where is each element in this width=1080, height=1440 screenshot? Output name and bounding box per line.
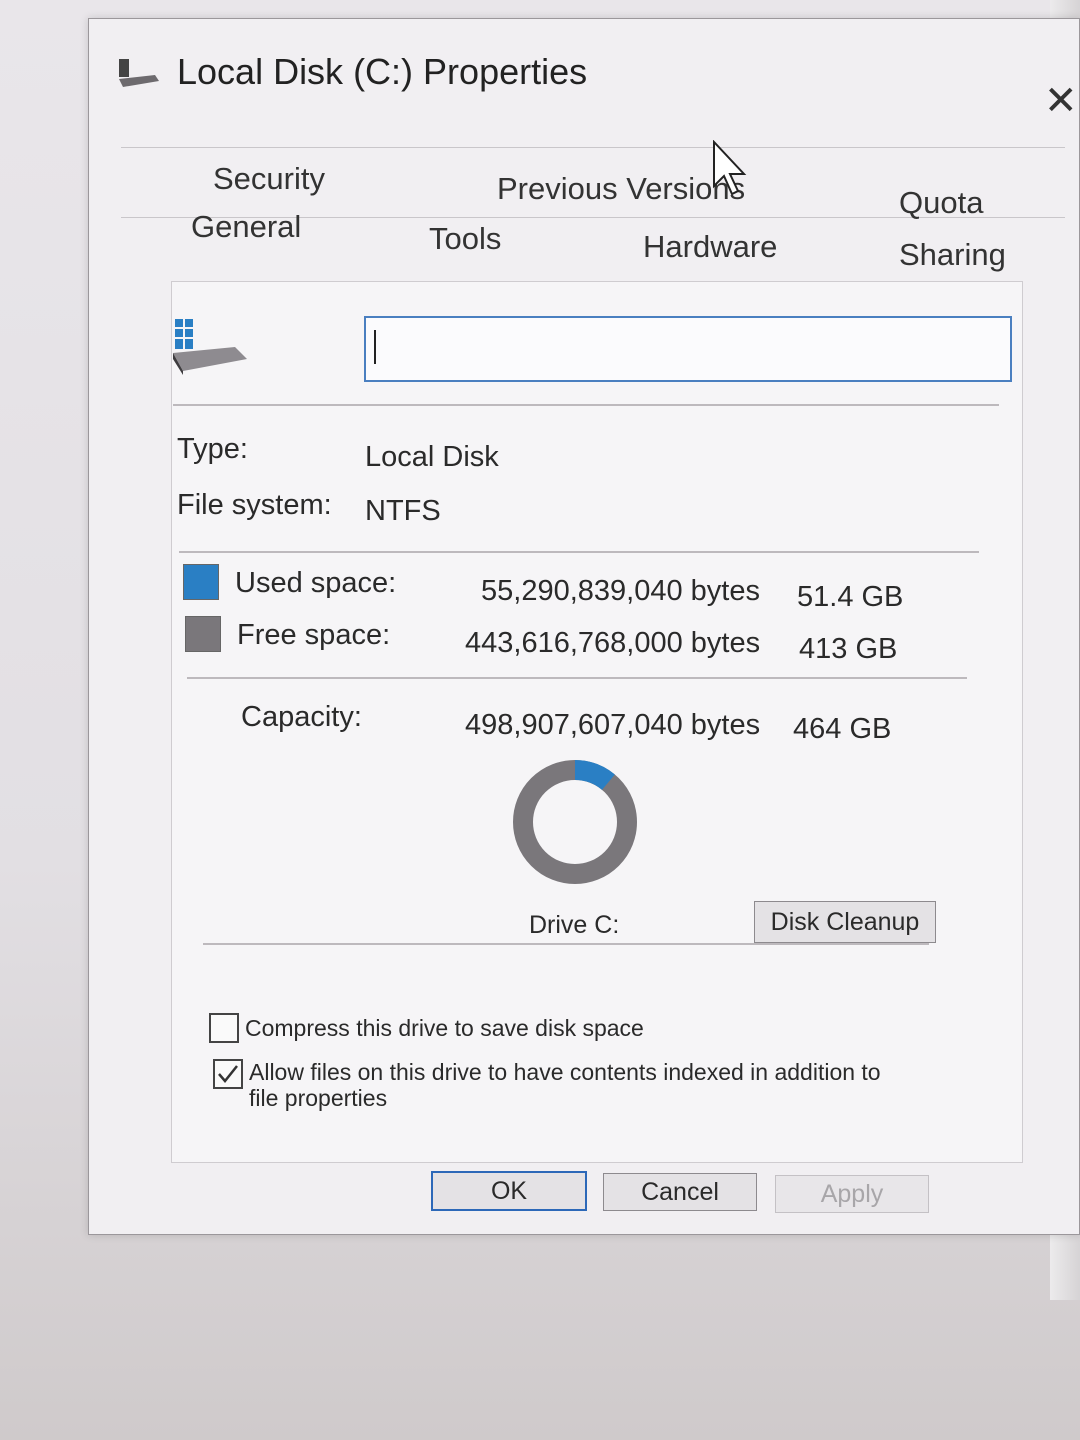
used-space-swatch xyxy=(183,564,219,600)
tab-tools[interactable]: Tools xyxy=(429,221,501,257)
index-label-line1: Allow files on this drive to have conten… xyxy=(249,1059,881,1085)
used-space-label: Used space: xyxy=(235,567,397,599)
compress-checkbox[interactable] xyxy=(209,1013,239,1043)
free-space-label: Free space: xyxy=(237,619,391,651)
type-value: Local Disk xyxy=(365,441,499,473)
properties-dialog: Local Disk (C:) Properties ✕ Security Pr… xyxy=(88,18,1080,1235)
volume-name-input[interactable] xyxy=(364,316,1012,382)
capacity-size: 464 GB xyxy=(793,713,892,745)
separator-4 xyxy=(203,943,929,945)
tab-row-top-border xyxy=(121,147,1065,148)
text-caret xyxy=(374,330,376,364)
free-space-size: 413 GB xyxy=(799,633,898,665)
tab-previous-versions[interactable]: Previous Versions xyxy=(497,171,745,207)
mouse-cursor-icon xyxy=(713,140,747,196)
free-space-swatch xyxy=(185,616,221,652)
free-space-bytes: 443,616,768,000 bytes xyxy=(465,627,761,659)
tab-general[interactable]: General xyxy=(191,209,301,245)
index-checkbox[interactable] xyxy=(213,1059,243,1089)
type-label: Type: xyxy=(177,433,248,465)
separator-2 xyxy=(179,551,979,553)
compress-label: Compress this drive to save disk space xyxy=(245,1015,644,1041)
used-space-size: 51.4 GB xyxy=(797,581,904,613)
capacity-bytes: 498,907,607,040 bytes xyxy=(465,709,761,741)
checkmark-icon xyxy=(218,1065,238,1083)
close-icon[interactable]: ✕ xyxy=(1044,81,1078,121)
donut-free-segment xyxy=(513,760,637,884)
apply-button: Apply xyxy=(775,1175,929,1213)
tab-strip: Security Previous Versions Quota General… xyxy=(121,147,1065,297)
tab-sharing[interactable]: Sharing xyxy=(899,237,1006,273)
tab-security[interactable]: Security xyxy=(213,161,325,197)
file-system-label: File system: xyxy=(177,489,332,521)
index-label-line2: file properties xyxy=(249,1085,388,1111)
usage-donut-chart xyxy=(513,760,637,884)
drive-label: Drive C: xyxy=(529,911,620,939)
drive-icon xyxy=(173,319,247,375)
used-space-bytes: 55,290,839,040 bytes xyxy=(481,575,760,607)
tab-hardware[interactable]: Hardware xyxy=(643,229,777,265)
disk-cleanup-button[interactable]: Disk Cleanup xyxy=(754,901,936,943)
title-bar: Local Disk (C:) Properties ✕ xyxy=(89,19,1079,129)
file-system-value: NTFS xyxy=(365,495,441,527)
tab-quota[interactable]: Quota xyxy=(899,185,983,221)
capacity-label: Capacity: xyxy=(241,701,362,733)
separator-1 xyxy=(173,404,999,406)
cancel-button[interactable]: Cancel xyxy=(603,1173,757,1211)
drive-title-icon xyxy=(119,59,159,87)
separator-3 xyxy=(187,677,967,679)
window-title: Local Disk (C:) Properties xyxy=(177,51,588,92)
ok-button[interactable]: OK xyxy=(431,1171,587,1211)
